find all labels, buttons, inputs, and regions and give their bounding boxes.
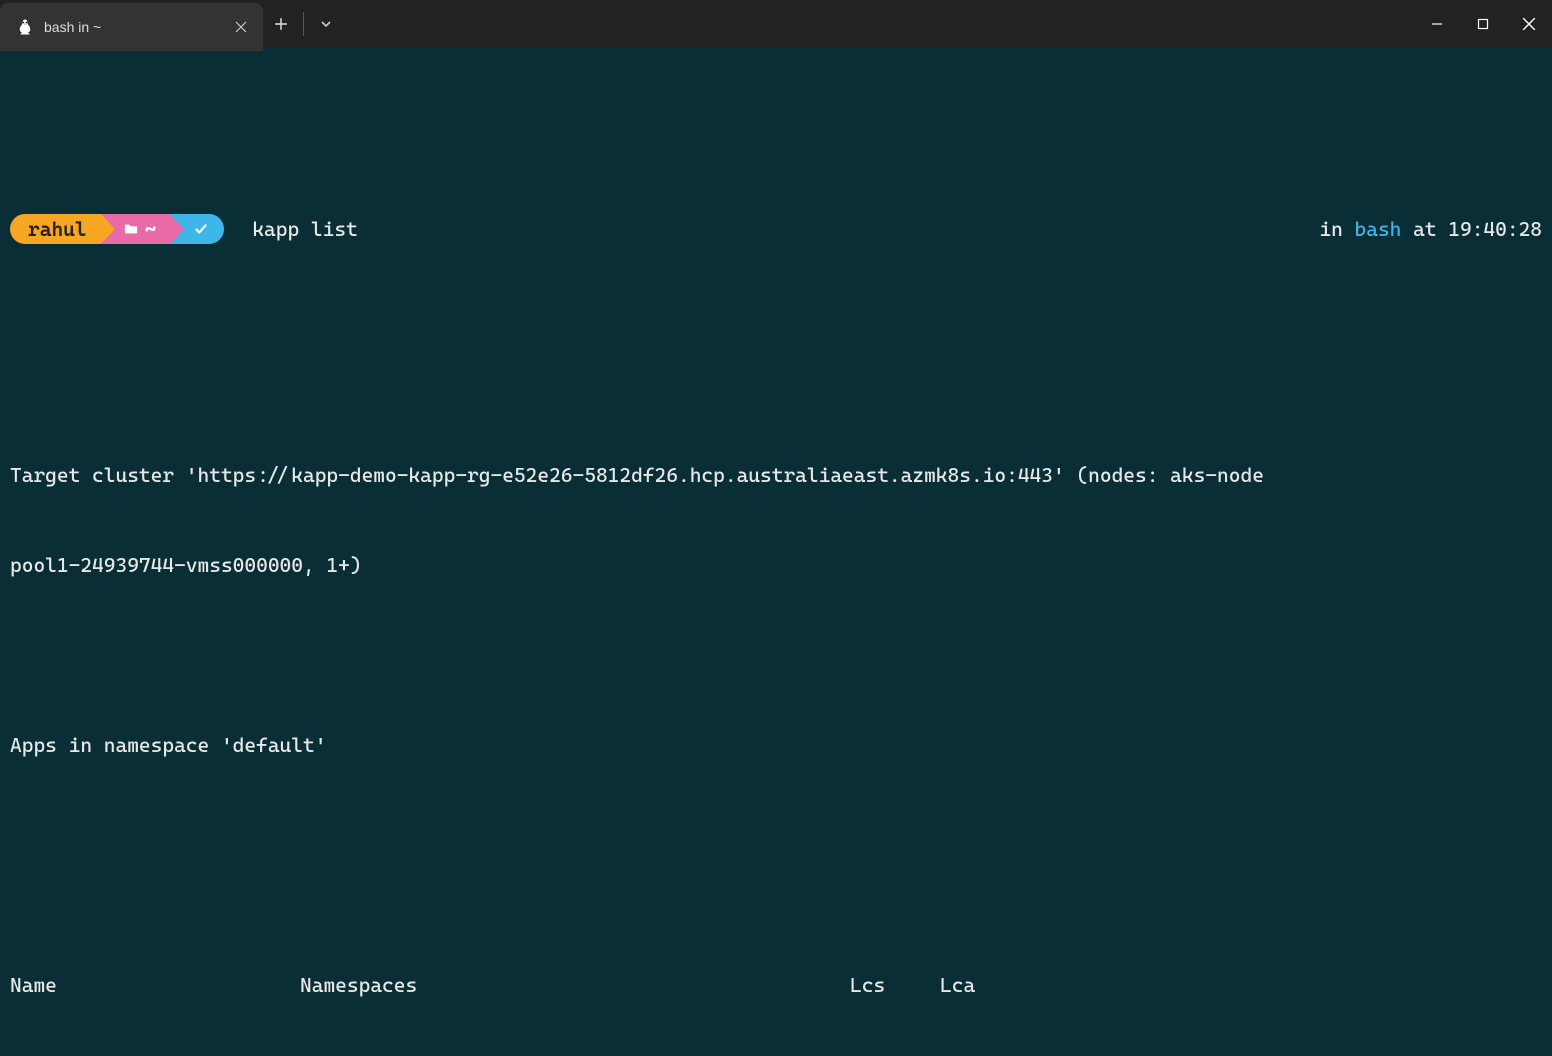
tab-title: bash in ~ xyxy=(44,19,101,35)
close-tab-button[interactable] xyxy=(231,17,251,37)
right-at: at xyxy=(1413,217,1436,241)
terminal-tab[interactable]: bash in ~ xyxy=(0,3,263,51)
prompt-line: rahul ~ kapp list in bash at 19:40:28 xyxy=(10,184,1542,274)
titlebar-left: bash in ~ xyxy=(0,0,344,48)
command-text: kapp list xyxy=(252,214,357,244)
th-name: Name xyxy=(10,970,300,1000)
tab-dropdown-button[interactable] xyxy=(308,6,344,42)
th-namespaces: Namespaces xyxy=(300,970,850,1000)
check-icon xyxy=(192,214,210,244)
maximize-button[interactable] xyxy=(1460,0,1506,48)
right-in: in xyxy=(1319,217,1342,241)
divider xyxy=(303,12,304,36)
title-bar: bash in ~ xyxy=(0,0,1552,48)
prompt-right: in bash at 19:40:28 xyxy=(1249,184,1542,274)
window-controls xyxy=(1414,0,1552,48)
target-cluster-line2: pool1-24939744-vmss000000, 1+) xyxy=(10,550,1542,580)
close-window-button[interactable] xyxy=(1506,0,1552,48)
right-time: 19:40:28 xyxy=(1448,217,1542,241)
table-header-row: NameNamespacesLcsLca xyxy=(10,970,1542,1000)
tux-icon xyxy=(16,18,34,36)
prompt-user-segment: rahul xyxy=(10,214,101,244)
prompt-left: rahul ~ kapp list xyxy=(10,214,358,244)
command-output: Target cluster 'https://kapp-demo-kapp-r… xyxy=(10,400,1542,1056)
minimize-button[interactable] xyxy=(1414,0,1460,48)
right-shell: bash xyxy=(1355,217,1402,241)
th-lcs: Lcs xyxy=(850,970,940,1000)
prompt-user: rahul xyxy=(28,214,87,244)
folder-icon xyxy=(123,214,139,244)
prompt-dir: ~ xyxy=(145,214,157,244)
target-cluster-line1: Target cluster 'https://kapp-demo-kapp-r… xyxy=(10,460,1542,490)
terminal-body[interactable]: rahul ~ kapp list in bash at 19:40:28 Ta… xyxy=(0,48,1552,1056)
new-tab-button[interactable] xyxy=(263,6,299,42)
apps-header-line: Apps in namespace 'default' xyxy=(10,730,1542,760)
th-lca: Lca xyxy=(940,970,975,1000)
